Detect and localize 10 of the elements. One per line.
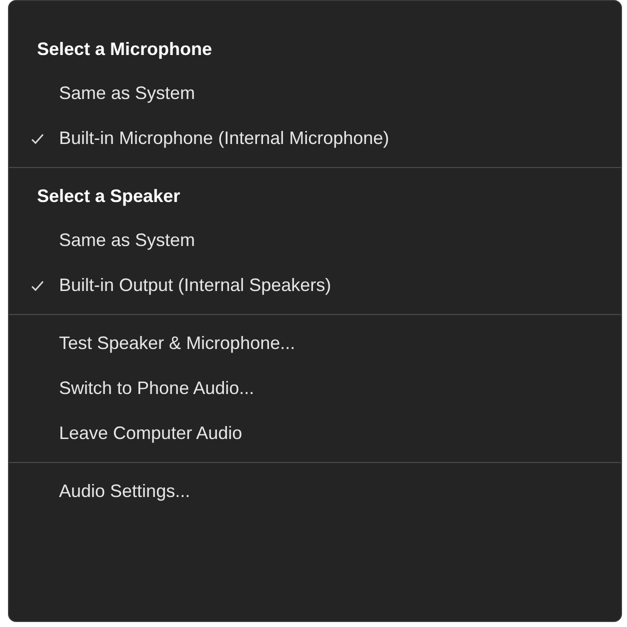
- menu-item[interactable]: Audio Settings...: [9, 469, 621, 514]
- menu-item[interactable]: Switch to Phone Audio...: [9, 366, 621, 411]
- section-header: Select a Speaker: [36, 184, 182, 208]
- section-header: Select a Microphone: [36, 38, 214, 61]
- menu-item[interactable]: Test Speaker & Microphone...: [9, 321, 621, 366]
- menu-item[interactable]: Leave Computer Audio: [9, 411, 621, 456]
- menu-item[interactable]: Same as System: [9, 71, 621, 116]
- menu-item[interactable]: Built-in Microphone (Internal Microphone): [9, 116, 621, 161]
- menu-item[interactable]: Same as System: [9, 218, 621, 263]
- menu-item[interactable]: Built-in Output (Internal Speakers): [9, 263, 621, 308]
